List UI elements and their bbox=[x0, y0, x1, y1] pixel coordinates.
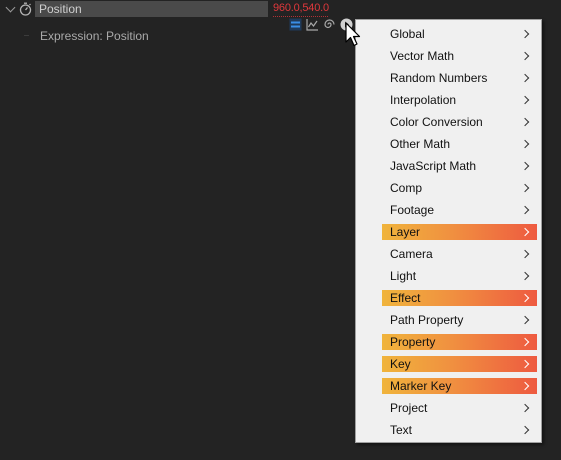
menu-item-marker-key[interactable]: Marker Key bbox=[356, 375, 541, 397]
menu-item-label: Comp bbox=[390, 181, 423, 195]
menu-item-random-numbers[interactable]: Random Numbers bbox=[356, 67, 541, 89]
menu-item-label: Effect bbox=[390, 291, 421, 305]
submenu-chevron-icon bbox=[520, 95, 530, 105]
expression-enable-icon[interactable] bbox=[289, 18, 302, 31]
property-value-underline bbox=[273, 15, 328, 17]
menu-item-label: Color Conversion bbox=[390, 115, 483, 129]
menu-item-label: Footage bbox=[390, 203, 435, 217]
menu-item-project[interactable]: Project bbox=[356, 397, 541, 419]
menu-item-label: Marker Key bbox=[390, 379, 452, 393]
menu-item-label: Global bbox=[390, 27, 425, 41]
submenu-chevron-icon bbox=[520, 73, 530, 83]
menu-list: Global Vector Math Random Numbers Interpola… bbox=[356, 23, 541, 441]
submenu-chevron-icon bbox=[520, 271, 530, 281]
menu-item-label: Vector Math bbox=[390, 49, 455, 63]
submenu-chevron-icon bbox=[520, 183, 530, 193]
menu-item-effect[interactable]: Effect bbox=[356, 287, 541, 309]
stopwatch-icon[interactable] bbox=[19, 2, 32, 16]
expression-language-menu[interactable]: Global Vector Math Random Numbers Interpola… bbox=[355, 19, 542, 443]
property-name-field[interactable]: Position bbox=[35, 1, 268, 17]
submenu-chevron-icon bbox=[520, 161, 530, 171]
twirl-down-chevron-icon[interactable] bbox=[5, 2, 16, 13]
menu-item-layer[interactable]: Layer bbox=[356, 221, 541, 243]
property-row: Position 960.0,540.0 bbox=[0, 0, 561, 19]
property-value[interactable]: 960.0,540.0 bbox=[273, 1, 329, 16]
menu-item-comp[interactable]: Comp bbox=[356, 177, 541, 199]
menu-item-label: Property bbox=[390, 335, 436, 349]
menu-item-property[interactable]: Property bbox=[356, 331, 541, 353]
pickwhip-icon[interactable] bbox=[323, 18, 336, 31]
menu-item-javascript-math[interactable]: JavaScript Math bbox=[356, 155, 541, 177]
menu-item-label: JavaScript Math bbox=[390, 159, 477, 173]
menu-item-footage[interactable]: Footage bbox=[356, 199, 541, 221]
menu-item-label: Text bbox=[390, 423, 413, 437]
tree-connector bbox=[24, 35, 29, 36]
submenu-chevron-icon bbox=[520, 249, 530, 259]
menu-item-label: Other Math bbox=[390, 137, 451, 151]
expression-label: Expression: Position bbox=[40, 29, 149, 43]
menu-item-label: Random Numbers bbox=[390, 71, 488, 85]
submenu-chevron-icon bbox=[520, 205, 530, 215]
menu-item-interpolation[interactable]: Interpolation bbox=[356, 89, 541, 111]
submenu-chevron-icon bbox=[520, 117, 530, 127]
menu-item-camera[interactable]: Camera bbox=[356, 243, 541, 265]
menu-item-label: Light bbox=[390, 269, 417, 283]
menu-item-label: Key bbox=[390, 357, 411, 371]
submenu-chevron-icon bbox=[520, 315, 530, 325]
submenu-chevron-icon bbox=[520, 139, 530, 149]
menu-item-path-property[interactable]: Path Property bbox=[356, 309, 541, 331]
menu-item-text[interactable]: Text bbox=[356, 419, 541, 441]
menu-item-label: Camera bbox=[390, 247, 433, 261]
submenu-chevron-icon bbox=[520, 425, 530, 435]
menu-item-color-conversion[interactable]: Color Conversion bbox=[356, 111, 541, 133]
mouse-cursor-icon bbox=[345, 22, 361, 47]
submenu-chevron-icon bbox=[520, 51, 530, 61]
menu-item-label: Interpolation bbox=[390, 93, 457, 107]
menu-item-label: Project bbox=[390, 401, 428, 415]
menu-item-other-math[interactable]: Other Math bbox=[356, 133, 541, 155]
submenu-chevron-icon bbox=[520, 403, 530, 413]
menu-item-vector-math[interactable]: Vector Math bbox=[356, 45, 541, 67]
menu-item-light[interactable]: Light bbox=[356, 265, 541, 287]
property-name: Position bbox=[39, 2, 82, 16]
menu-item-label: Layer bbox=[390, 225, 421, 239]
graph-icon[interactable] bbox=[306, 18, 319, 31]
submenu-chevron-icon bbox=[520, 29, 530, 39]
menu-item-label: Path Property bbox=[390, 313, 464, 327]
menu-item-global[interactable]: Global bbox=[356, 23, 541, 45]
menu-item-key[interactable]: Key bbox=[356, 353, 541, 375]
